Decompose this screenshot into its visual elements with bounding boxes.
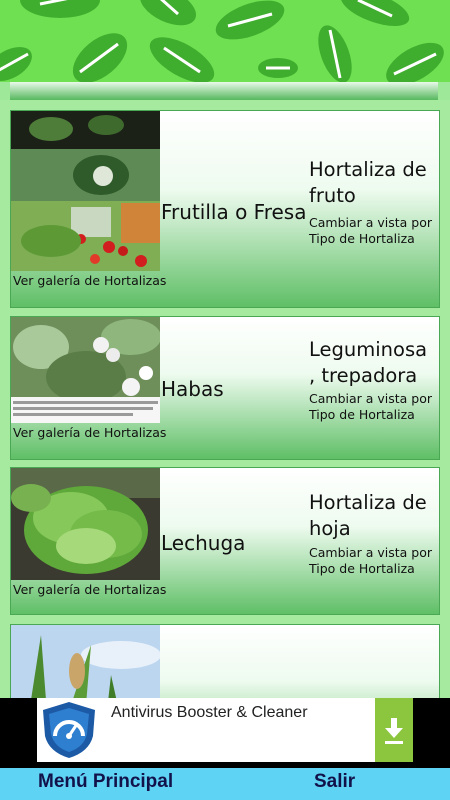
vegetable-name: Frutilla o Fresa	[161, 200, 307, 224]
vegetable-type: Hortaliza de hoja	[309, 491, 427, 540]
gallery-link[interactable]: Ver galería de Hortalizas	[13, 273, 166, 288]
bottom-bar: Menú Principal Salir	[0, 768, 450, 800]
vegetable-name: Lechuga	[161, 531, 246, 555]
ad-banner[interactable]: Antivirus Booster & Cleaner	[0, 698, 450, 768]
corn-photo	[11, 625, 160, 698]
change-view-link[interactable]: Cambiar a vista por Tipo de Hortaliza	[309, 545, 437, 577]
vegetable-card[interactable]	[10, 624, 440, 698]
fava-bean-photo	[11, 317, 160, 423]
change-view-link[interactable]: Cambiar a vista por Tipo de Hortaliza	[309, 391, 437, 423]
shield-speedometer-icon	[39, 700, 99, 760]
ad-title[interactable]: Antivirus Booster & Cleaner	[111, 704, 308, 722]
vegetable-card[interactable]: Ver galería de Hortalizas Frutilla o Fre…	[10, 110, 440, 308]
change-view-link[interactable]: Cambiar a vista por Tipo de Hortaliza	[309, 215, 437, 247]
vegetable-type: Leguminosa , trepadora	[309, 338, 428, 387]
vegetable-name: Habas	[161, 377, 224, 401]
gallery-link[interactable]: Ver galería de Hortalizas	[13, 582, 166, 597]
ad-content[interactable]: Antivirus Booster & Cleaner	[37, 698, 413, 762]
leaf-pattern-icon	[0, 0, 444, 82]
app-header	[0, 0, 450, 82]
gallery-link[interactable]: Ver galería de Hortalizas	[13, 425, 166, 440]
strawberry-photo	[11, 111, 160, 271]
lettuce-photo	[11, 468, 160, 580]
vegetable-list[interactable]: Ver galería de Hortalizas Frutilla o Fre…	[0, 100, 450, 698]
vegetable-card[interactable]: Ver galería de Hortalizas Habas Legumino…	[10, 316, 440, 460]
previous-card-edge	[10, 82, 438, 102]
vegetable-card[interactable]: Ver galería de Hortalizas Lechuga Hortal…	[10, 467, 440, 615]
download-icon[interactable]	[375, 698, 413, 762]
vegetable-type: Hortaliza de fruto	[309, 158, 427, 207]
main-menu-button[interactable]: Menú Principal	[38, 771, 173, 793]
exit-button[interactable]: Salir	[314, 771, 355, 793]
